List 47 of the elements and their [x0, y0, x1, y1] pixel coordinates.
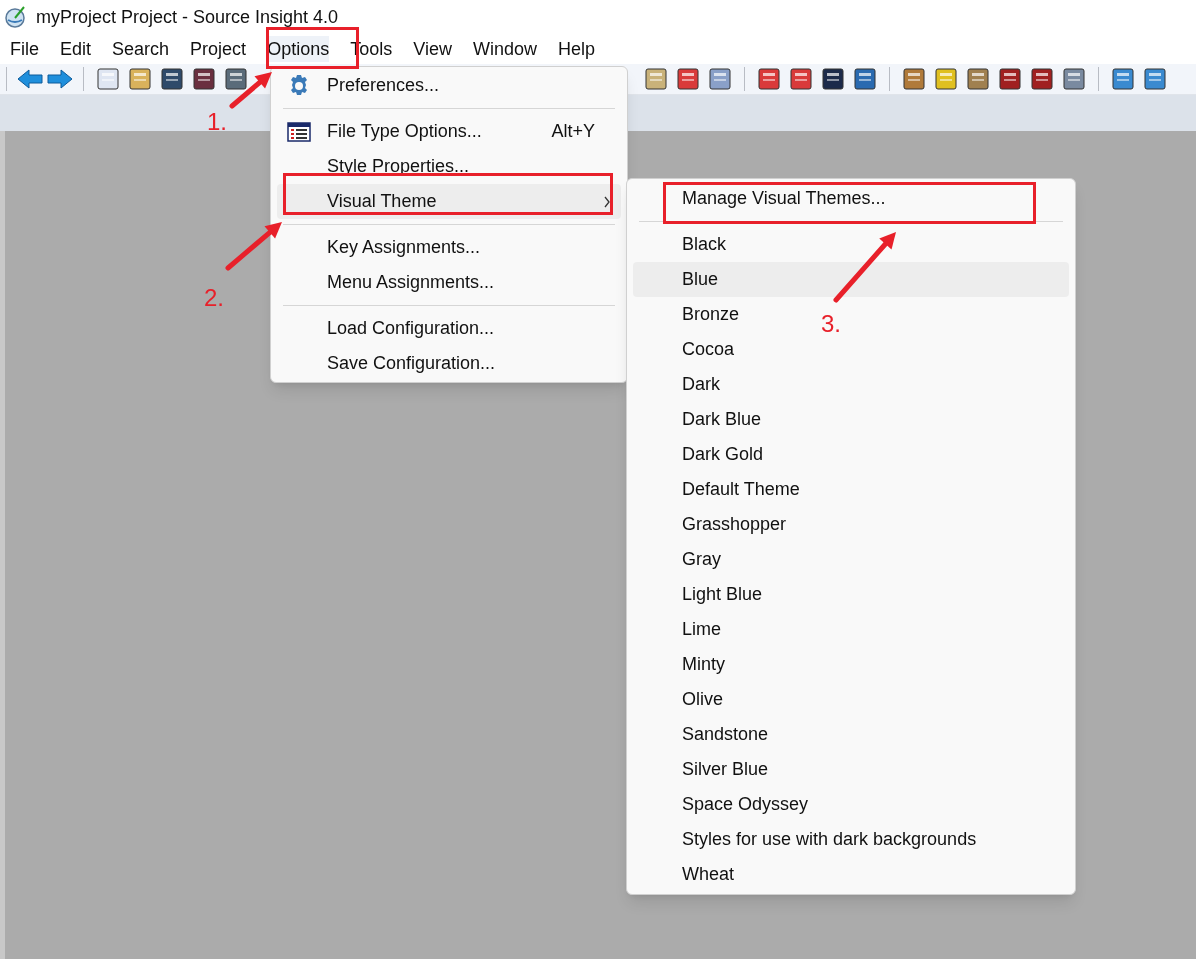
theme-menu-item[interactable]: Bronze [633, 297, 748, 332]
menu-bar-item[interactable]: Help [557, 36, 595, 62]
theme-menu-item[interactable]: Sandstone [633, 717, 777, 752]
theme-menu-item[interactable]: Grasshopper [633, 507, 795, 542]
theme-menu-item[interactable]: Lime [633, 612, 729, 647]
menu-bar-item[interactable]: Options [267, 36, 330, 62]
app-logo-icon [4, 5, 28, 29]
annotation-arrow [225, 222, 282, 271]
menu-bar-item[interactable]: Window [472, 36, 537, 62]
theme-menu-item[interactable]: Wheat [633, 857, 743, 892]
menu-item[interactable]: Style Properties... [277, 149, 621, 184]
menu-bar-item[interactable]: File [10, 36, 39, 62]
menu-item[interactable]: Key Assignments... [277, 230, 621, 265]
theme-menu-item[interactable]: Olive [633, 682, 731, 717]
menu-item[interactable]: File Type Options... Alt+Y [277, 114, 621, 149]
theme-menu-item[interactable]: Cocoa [633, 332, 743, 367]
theme-menu-item[interactable]: Dark Blue [633, 402, 770, 437]
theme-menu-item[interactable]: Blue [633, 262, 1069, 297]
theme-menu-item[interactable]: Gray [633, 542, 729, 577]
menu-item[interactable]: Menu Assignments... [277, 265, 621, 300]
theme-menu-item[interactable]: Default Theme [633, 472, 808, 507]
forward-arrow-icon[interactable] [47, 69, 73, 89]
window-title: myProject Project - Source Insight 4.0 [36, 5, 339, 29]
theme-menu-item[interactable]: Dark [633, 367, 728, 402]
menu-item[interactable]: Save Configuration... [277, 346, 621, 381]
annotation-arrow [833, 232, 896, 303]
theme-menu-item[interactable]: Silver Blue [633, 752, 777, 787]
menu-bar-item[interactable]: View [413, 36, 452, 62]
submenu-chevron-icon [603, 195, 611, 208]
menu-item[interactable]: Load Configuration... [277, 311, 621, 346]
theme-menu-item[interactable]: Dark Gold [633, 437, 772, 472]
theme-menu-item[interactable]: Space Odyssey [633, 787, 817, 822]
theme-menu-item[interactable]: Black [633, 227, 734, 262]
theme-menu-item[interactable]: Manage Visual Themes... [633, 181, 894, 216]
back-arrow-icon[interactable] [17, 69, 43, 89]
annotation-label: 3. [821, 309, 841, 339]
theme-menu-item[interactable]: Minty [633, 647, 733, 682]
menu-item[interactable]: Preferences... [277, 68, 621, 103]
theme-menu-item[interactable]: Light Blue [633, 577, 771, 612]
annotation-arrow [229, 72, 272, 109]
list-icon [287, 121, 311, 142]
menu-bar-item[interactable]: Edit [60, 36, 92, 62]
menu-bar-item[interactable]: Search [112, 36, 170, 62]
menu-bar-item[interactable]: Project [190, 36, 247, 62]
annotation-label: 2. [204, 283, 224, 313]
theme-menu-item[interactable]: Styles for use with dark backgrounds [633, 822, 985, 857]
annotation-label: 1. [207, 107, 227, 137]
